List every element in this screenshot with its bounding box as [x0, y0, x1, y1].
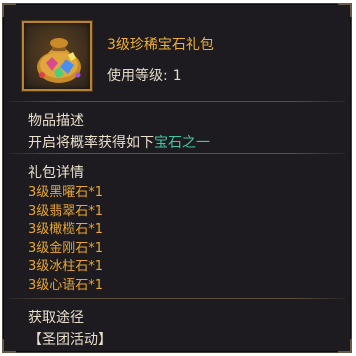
corner-ornament	[338, 339, 352, 353]
description-heading: 物品描述	[28, 113, 84, 129]
list-item: 3级黑曜石*1	[28, 185, 104, 200]
corner-ornament	[338, 3, 352, 17]
item-tooltip: 3级珍稀宝石礼包 使用等级: 1 物品描述 开启将概率获得如下宝石之一 礼包详情 …	[2, 3, 352, 353]
list-item: 3级翡翠石*1	[28, 203, 104, 219]
list-item: 3级橄榄石*1	[28, 222, 104, 237]
description-text-prefix: 开启将概率获得如下	[28, 135, 154, 151]
contents-list: 3级黑曜石*1 3级翡翠石*1 3级橄榄石*1 3级金刚石*1 3级冰柱石*1 …	[28, 184, 103, 295]
list-item: 3级心语石*1	[28, 277, 104, 293]
description-highlight: 宝石之一	[154, 135, 210, 151]
acquire-heading: 获取途径	[28, 310, 84, 326]
divider	[9, 153, 345, 154]
contents-heading: 礼包详情	[28, 165, 84, 181]
description-text: 开启将概率获得如下宝石之一	[28, 132, 210, 152]
divider	[9, 298, 345, 299]
list-item: 3级金刚石*1	[28, 240, 104, 256]
list-item: 3级冰柱石*1	[28, 259, 104, 274]
gem-gift-bag-icon	[37, 38, 81, 83]
corner-ornament	[2, 339, 16, 353]
acquire-source: 【圣团活动】	[28, 332, 112, 348]
item-icon-frame	[22, 21, 92, 91]
use-level: 使用等级: 1	[107, 65, 182, 85]
item-name: 3级珍稀宝石礼包	[107, 37, 214, 53]
corner-ornament	[2, 3, 16, 17]
use-level-value: 1	[172, 68, 182, 84]
divider	[9, 101, 345, 102]
use-level-label: 使用等级:	[107, 68, 168, 84]
